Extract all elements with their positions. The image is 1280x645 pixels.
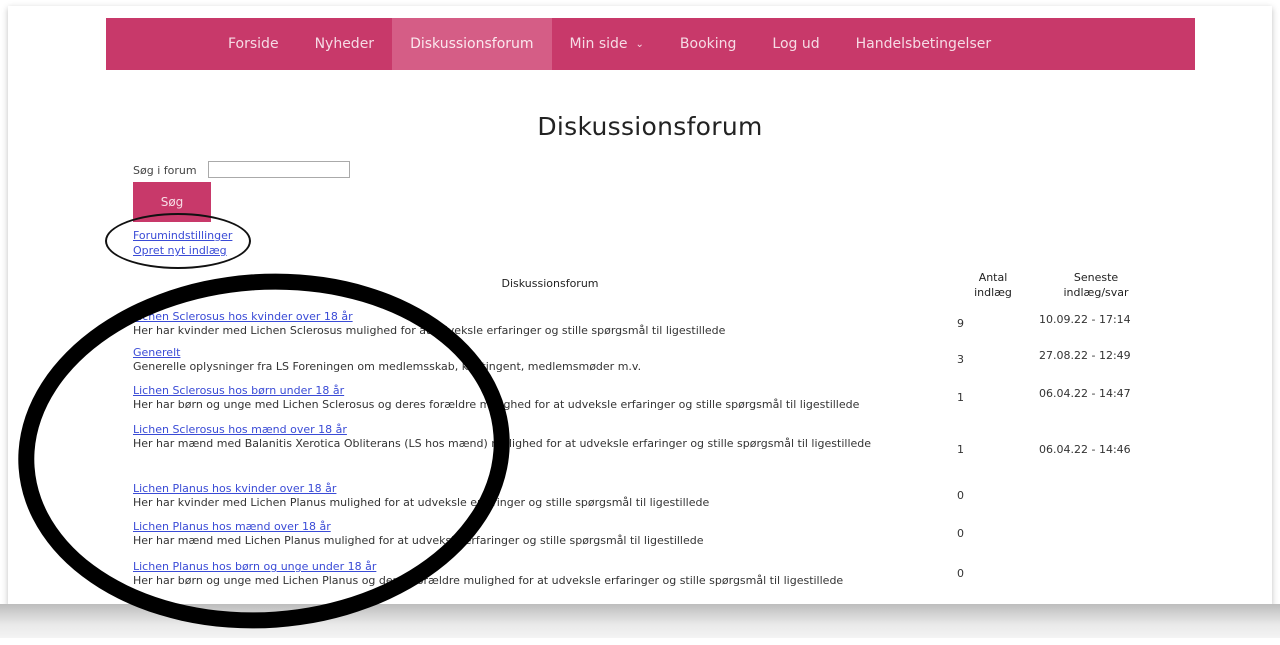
- forum-title-link[interactable]: Lichen Planus hos mænd over 18 år: [133, 520, 331, 533]
- forum-description: Her har kvinder med Lichen Planus muligh…: [133, 496, 710, 509]
- forum-description: Generelle oplysninger fra LS Foreningen …: [133, 360, 642, 373]
- nav-item-booking[interactable]: Booking: [662, 18, 755, 70]
- table-header-latest: Seneste indlæg/svar: [1063, 271, 1129, 299]
- table-row: Generelt Generelle oplysninger fra LS Fo…: [133, 346, 1193, 382]
- forum-description: Her har kvinder med Lichen Sclerosus mul…: [133, 324, 726, 337]
- chevron-down-icon: ⌄: [635, 38, 644, 50]
- forum-title-link[interactable]: Lichen Sclerosus hos kvinder over 18 år: [133, 310, 353, 323]
- table-header-count: Antal indlæg: [974, 271, 1012, 299]
- forum-latest-post: 06.04.22 - 14:47: [1039, 387, 1131, 400]
- new-post-link[interactable]: Opret nyt indlæg: [133, 244, 227, 257]
- nav-item-min-side[interactable]: Min side ⌄: [552, 18, 662, 70]
- forum-description: Her har børn og unge med Lichen Planus o…: [133, 574, 844, 587]
- table-header-forum: Diskussionsforum: [501, 277, 599, 290]
- forum-description: Her har mænd med Balanitis Xerotica Obli…: [133, 437, 872, 450]
- table-row: Lichen Sclerosus hos kvinder over 18 år …: [133, 310, 1193, 346]
- table-row: Lichen Planus hos børn og unge under 18 …: [133, 560, 1193, 596]
- nav-item-nyheder[interactable]: Nyheder: [297, 18, 393, 70]
- nav-item-diskussionsforum[interactable]: Diskussionsforum: [392, 18, 552, 70]
- forum-title-link[interactable]: Lichen Sclerosus hos børn under 18 år: [133, 384, 344, 397]
- forum-post-count: 0: [957, 489, 964, 502]
- search-label: Søg i forum: [133, 164, 197, 177]
- forum-latest-post: 10.09.22 - 17:14: [1039, 313, 1131, 326]
- table-row: Lichen Planus hos kvinder over 18 år Her…: [133, 482, 1193, 518]
- page-title: Diskussionsforum: [537, 112, 763, 141]
- forum-post-count: 9: [957, 317, 964, 330]
- forum-post-count: 0: [957, 527, 964, 540]
- forum-description: Her har børn og unge med Lichen Sclerosu…: [133, 398, 860, 411]
- forum-post-count: 1: [957, 443, 964, 456]
- forum-latest-post: 06.04.22 - 14:46: [1039, 443, 1131, 456]
- forum-post-count: 3: [957, 353, 964, 366]
- search-button[interactable]: Søg: [133, 182, 211, 222]
- table-row: Lichen Sclerosus hos mænd over 18 år Her…: [133, 423, 1193, 473]
- forum-post-count: 0: [957, 567, 964, 580]
- forum-title-link[interactable]: Lichen Sclerosus hos mænd over 18 år: [133, 423, 347, 436]
- forum-latest-post: 27.08.22 - 12:49: [1039, 349, 1131, 362]
- nav-item-label: Min side: [569, 36, 628, 52]
- main-nav: Forside Nyheder Diskussionsforum Min sid…: [106, 18, 1195, 70]
- nav-item-forside[interactable]: Forside: [210, 18, 297, 70]
- forum-description: Her har mænd med Lichen Planus mulighed …: [133, 534, 704, 547]
- forum-settings-link[interactable]: Forumindstillinger: [133, 229, 232, 242]
- forum-title-link[interactable]: Lichen Planus hos børn og unge under 18 …: [133, 560, 376, 573]
- forum-post-count: 1: [957, 391, 964, 404]
- table-row: Lichen Sclerosus hos børn under 18 år He…: [133, 384, 1193, 420]
- forum-title-link[interactable]: Generelt: [133, 346, 180, 359]
- nav-item-handelsbetingelser[interactable]: Handelsbetingelser: [838, 18, 1009, 70]
- search-input[interactable]: [208, 161, 350, 178]
- nav-item-log-ud[interactable]: Log ud: [754, 18, 837, 70]
- table-row: Lichen Planus hos mænd over 18 år Her ha…: [133, 520, 1193, 556]
- window-bottom-bar: [0, 604, 1280, 638]
- forum-title-link[interactable]: Lichen Planus hos kvinder over 18 år: [133, 482, 336, 495]
